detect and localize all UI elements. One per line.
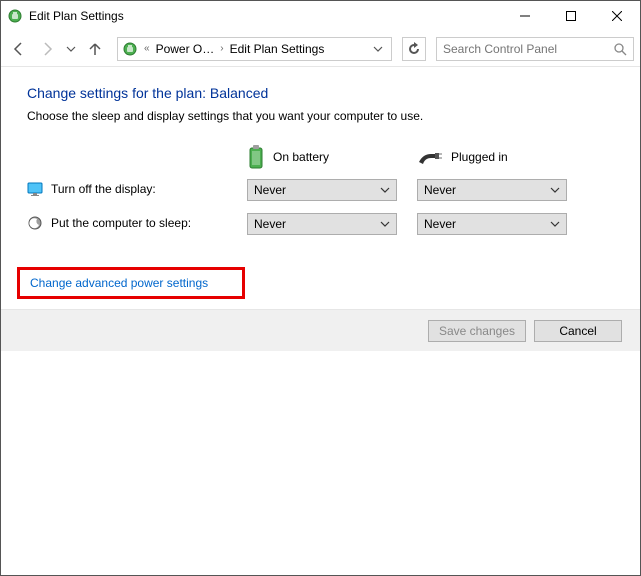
window: Edit Plan Settings [0, 0, 641, 576]
close-button[interactable] [594, 1, 640, 31]
highlight-box: Change advanced power settings [17, 267, 245, 299]
dropdown-value: Never [424, 183, 456, 197]
chevron-down-icon [380, 219, 390, 229]
forward-button[interactable] [35, 37, 59, 61]
page-subtext: Choose the sleep and display settings th… [17, 109, 624, 123]
link-advanced-settings[interactable]: Change advanced power settings [30, 276, 208, 290]
row-label-sleep: Put the computer to sleep: [27, 207, 237, 239]
address-dropdown-icon[interactable] [369, 38, 387, 60]
back-button[interactable] [7, 37, 31, 61]
breadcrumb-power-options[interactable]: Power O… [154, 42, 217, 56]
recent-locations-button[interactable] [63, 37, 79, 61]
titlebar: Edit Plan Settings [1, 1, 640, 31]
power-options-icon [122, 41, 138, 57]
search-icon[interactable] [613, 42, 627, 56]
page-heading: Change settings for the plan: Balanced [17, 85, 624, 101]
bottom-space [1, 351, 640, 575]
footer-bar: Save changes Cancel [1, 309, 640, 351]
row-label-display: Turn off the display: [27, 173, 237, 205]
minimize-button[interactable] [502, 1, 548, 31]
address-bar[interactable]: « Power O… › Edit Plan Settings [117, 37, 392, 61]
dropdown-sleep-battery[interactable]: Never [247, 213, 397, 235]
save-button[interactable]: Save changes [428, 320, 526, 342]
chevron-right-icon: › [218, 43, 225, 54]
column-label-battery: On battery [273, 150, 329, 164]
dropdown-display-battery[interactable]: Never [247, 179, 397, 201]
column-header-battery: On battery [247, 141, 407, 173]
column-label-plugged: Plugged in [451, 150, 508, 164]
refresh-button[interactable] [402, 37, 426, 61]
up-button[interactable] [83, 37, 107, 61]
breadcrumb-edit-plan[interactable]: Edit Plan Settings [228, 42, 327, 56]
maximize-button[interactable] [548, 1, 594, 31]
row-text-sleep: Put the computer to sleep: [51, 216, 191, 230]
sleep-icon [27, 215, 43, 231]
chevron-down-icon [380, 185, 390, 195]
chevron-down-icon [550, 219, 560, 229]
settings-grid: On battery Plugged in Turn off the displ… [17, 141, 624, 241]
window-controls [502, 1, 640, 31]
search-box[interactable] [436, 37, 634, 61]
dropdown-value: Never [254, 183, 286, 197]
dropdown-value: Never [424, 217, 456, 231]
content-area: Change settings for the plan: Balanced C… [1, 67, 640, 309]
power-options-icon [7, 8, 23, 24]
dropdown-value: Never [254, 217, 286, 231]
column-header-plugged: Plugged in [417, 141, 577, 173]
window-title: Edit Plan Settings [29, 9, 502, 23]
display-icon [27, 181, 43, 197]
breadcrumb: « Power O… › Edit Plan Settings [142, 42, 365, 56]
navigation-bar: « Power O… › Edit Plan Settings [1, 31, 640, 67]
chevron-left-icon[interactable]: « [142, 43, 152, 54]
plug-icon [417, 148, 443, 166]
cancel-button[interactable]: Cancel [534, 320, 622, 342]
dropdown-sleep-plugged[interactable]: Never [417, 213, 567, 235]
row-text-display: Turn off the display: [51, 182, 156, 196]
dropdown-display-plugged[interactable]: Never [417, 179, 567, 201]
search-input[interactable] [443, 42, 613, 56]
chevron-down-icon [550, 185, 560, 195]
battery-icon [247, 144, 265, 170]
links-section: Change advanced power settings Restore d… [17, 267, 624, 309]
